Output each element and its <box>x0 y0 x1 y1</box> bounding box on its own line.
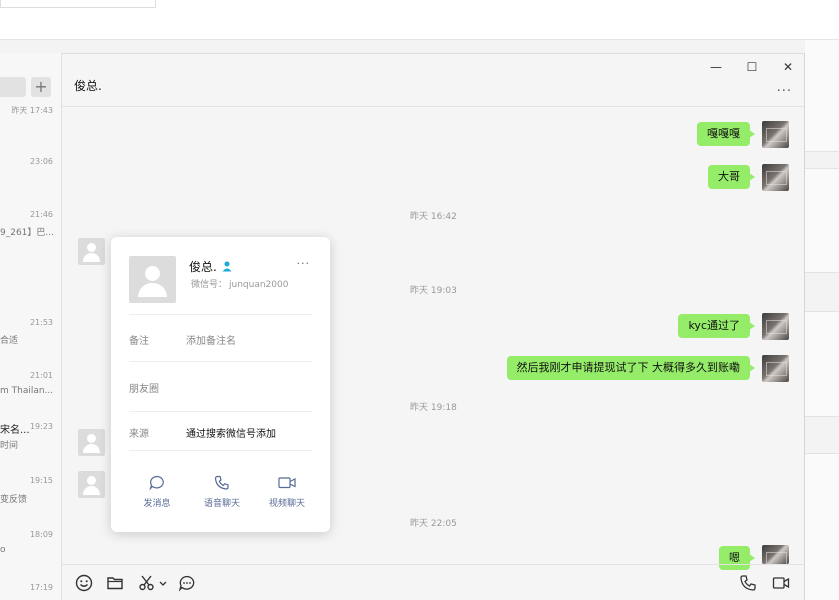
contact-avatar[interactable] <box>78 238 105 265</box>
message-timestamp: 昨天 16:42 <box>410 212 457 222</box>
divider <box>129 411 312 412</box>
chat-item-preview: 合适 <box>0 336 19 346</box>
emoji-icon[interactable] <box>74 573 94 593</box>
self-avatar[interactable] <box>762 545 789 564</box>
male-gender-icon <box>222 261 232 272</box>
profile-name: 俊总. <box>189 260 217 274</box>
contact-avatar[interactable] <box>78 429 105 456</box>
divider <box>129 361 312 362</box>
moments-link[interactable]: 朋友圈 <box>129 380 159 395</box>
wechat-id-label: 微信号： <box>191 280 228 290</box>
chat-item-preview: 9_261】巴... <box>0 228 54 238</box>
background-window <box>0 0 839 40</box>
source-value: 通过搜索微信号添加 <box>186 429 276 440</box>
chat-title: 俊总. <box>74 79 102 93</box>
search-input[interactable] <box>0 77 26 97</box>
voice-call-label: 语音聊天 <box>203 499 240 509</box>
divider <box>129 450 312 451</box>
phone-icon <box>214 475 229 490</box>
send-message-button[interactable]: 发消息 <box>127 474 187 509</box>
maximize-button[interactable]: ☐ <box>743 58 761 76</box>
minimize-button[interactable]: — <box>707 58 725 76</box>
chat-item-time: 21:46 <box>29 210 53 219</box>
self-avatar[interactable] <box>762 121 789 148</box>
chat-item-preview: m Thailan... <box>0 386 54 396</box>
chat-header: 俊总. — ☐ ✕ ··· <box>62 54 804 107</box>
folder-icon[interactable] <box>105 573 125 593</box>
self-avatar[interactable] <box>762 355 789 382</box>
phone-icon[interactable] <box>738 573 758 593</box>
background-input <box>0 0 156 8</box>
message-timestamp: 昨天 19:03 <box>410 286 457 296</box>
video-call-label: 视频聊天 <box>268 499 305 509</box>
chat-item-time: 19:15 <box>29 476 53 485</box>
remark-label: 备注 <box>129 336 149 347</box>
message-icon <box>149 475 164 491</box>
background-row <box>805 416 839 454</box>
chat-list: + 昨天 17:43 23:06 21:46 9_261】巴... 21:53 … <box>0 53 62 600</box>
background-row <box>805 272 839 312</box>
wechat-id-value: junquan2000 <box>229 280 289 290</box>
close-button[interactable]: ✕ <box>779 58 797 76</box>
chat-item-time: 23:06 <box>29 157 53 166</box>
profile-avatar[interactable] <box>129 256 176 303</box>
background-row <box>805 151 839 169</box>
message-bubble-self[interactable]: 大哥 <box>708 165 755 189</box>
source-label: 来源 <box>129 429 149 440</box>
chat-item-time: 21:01 <box>29 371 53 380</box>
video-icon <box>278 477 296 489</box>
video-call-button[interactable]: 视频聊天 <box>257 474 317 509</box>
contact-profile-card: 俊总. ··· 微信号： junquan2000 备注 添加备注名 朋友圈 来源 … <box>111 237 330 532</box>
chat-more-button[interactable]: ··· <box>777 84 792 99</box>
message-bubble-self[interactable]: 嘎嘎嘎 <box>697 122 755 146</box>
background-panel <box>805 40 839 600</box>
message-bubble-self[interactable]: 然后我刚才申请提现试了下 大概得多久到账嘞 <box>506 356 755 380</box>
video-call-icon[interactable] <box>771 573 791 593</box>
self-avatar[interactable] <box>762 164 789 191</box>
chat-item-time: 18:09 <box>29 530 53 539</box>
chat-item-time: 21:53 <box>29 318 53 327</box>
chat-item-time: 17:19 <box>29 583 53 592</box>
input-toolbar <box>62 564 804 600</box>
contact-avatar[interactable] <box>78 471 105 498</box>
message-timestamp: 昨天 22:05 <box>410 519 457 529</box>
remark-input[interactable]: 添加备注名 <box>186 332 236 347</box>
profile-more-button[interactable]: ··· <box>297 257 311 270</box>
chat-item-time: 昨天 17:43 <box>11 106 53 115</box>
add-button[interactable]: + <box>31 77 51 97</box>
chat-item-preview: o <box>0 545 6 555</box>
chat-item-preview: 时间 <box>0 441 19 451</box>
voice-call-button[interactable]: 语音聊天 <box>192 474 252 509</box>
chevron-down-icon[interactable] <box>158 573 168 593</box>
self-avatar[interactable] <box>762 313 789 340</box>
send-message-label: 发消息 <box>143 499 171 509</box>
scissors-icon[interactable] <box>137 573 157 593</box>
message-bubble-self[interactable]: kyc通过了 <box>678 314 755 338</box>
divider <box>129 314 312 315</box>
chat-item-preview: 变反馈 <box>0 495 28 505</box>
message-timestamp: 昨天 19:18 <box>410 403 457 413</box>
chat-item-time: 19:23 <box>29 422 53 431</box>
chat-bubble-icon[interactable] <box>177 573 197 593</box>
wechat-id: 微信号： junquan2000 <box>189 277 288 290</box>
